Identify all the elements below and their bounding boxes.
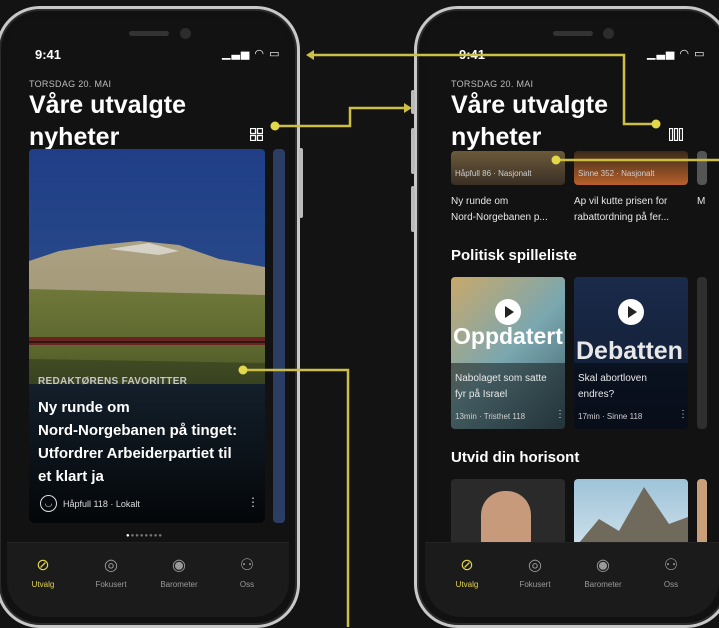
tab-barometer[interactable]: ◉ Barometer [149, 555, 209, 589]
tab-fokusert[interactable]: ◎ Fokusert [81, 555, 141, 589]
more-icon[interactable]: ⋮ [247, 495, 259, 509]
card-title: Ny runde om Nord-Norgebanen p... [451, 194, 548, 226]
eye-icon: ◉ [596, 557, 610, 574]
featured-headline-line3: Utfordrer Arbeiderpartiet til [38, 445, 232, 462]
podcast-title-line2: fyr på Israel [455, 389, 508, 400]
card-title: M [697, 196, 706, 207]
featured-kicker: REDAKTØRENS FAVORITTER [38, 376, 188, 387]
status-time: 9:41 [35, 47, 62, 62]
speaker [129, 31, 169, 36]
card-meta: Håpfull 86 · Nasjonalt [455, 169, 532, 178]
tab-label: Barometer [160, 580, 198, 589]
tab-utvalg[interactable]: ⊘ Utvalg [437, 555, 497, 589]
card-title-line1: Ap vil kutte prisen for [574, 196, 668, 207]
podcast-brand: Debatten [576, 337, 683, 365]
tab-label: Fokusert [519, 580, 551, 589]
podcast-card[interactable]: Debatten Skal abortloven endres? 17min ·… [574, 277, 688, 429]
podcast-title-line2: endres? [578, 389, 615, 400]
compass-icon: ⊘ [460, 557, 474, 574]
screen-left: 9:41 ▁▃▅ ◠ ▭ TORSDAG 20. MAI Våre utvalg… [7, 17, 289, 617]
next-card-peek[interactable] [273, 149, 285, 523]
page-title-line1: Våre utvalgte [451, 91, 609, 119]
eye-icon: ◉ [172, 557, 186, 574]
tab-utvalg[interactable]: ⊘ Utvalg [13, 555, 73, 589]
podcast-card[interactable]: Oppdatert Nabolaget som satte fyr på Isr… [451, 277, 565, 429]
mood-face-icon: ◡ [40, 495, 57, 512]
status-icons: ▁▃▅ ◠ ▭ [222, 48, 281, 60]
podcast-meta: 13min · Tristhet 118 [455, 412, 526, 421]
phone-right: 9:41 ▁▃▅ ◠ ▭ TORSDAG 20. MAI Våre utvalg… [414, 6, 719, 628]
status-time: 9:41 [459, 47, 486, 62]
speaker [553, 31, 593, 36]
featured-headline: Ny runde om Nord-Norgebanen på tinget: U… [38, 396, 237, 488]
people-icon: ⚇ [239, 557, 255, 574]
podcast-title-line1: Skal abortloven [578, 373, 647, 384]
date-label: TORSDAG 20. MAI [451, 79, 534, 89]
status-icons: ▁▃▅ ◠ ▭ [647, 48, 706, 60]
grid-view-icon[interactable] [250, 128, 263, 141]
news-card[interactable]: Håpfull 86 · Nasjonalt [451, 151, 565, 185]
featured-source: Håpfull 118 [63, 499, 108, 509]
card-meta: Sinne 352 · Nasjonalt [578, 169, 655, 178]
card-title-line2: Nord-Norgebanen p... [451, 212, 548, 223]
tab-label: Utvalg [455, 580, 479, 589]
side-button [411, 90, 415, 114]
podcast-title: Nabolaget som satte fyr på Israel [455, 371, 547, 403]
people-icon: ⚇ [663, 557, 679, 574]
podcast-meta: 17min · Sinne 118 [578, 412, 643, 421]
tab-bar: ⊘ Utvalg ◎ Fokusert ◉ Barometer ⚇ Oss [7, 542, 289, 617]
side-button [411, 186, 415, 232]
news-card-peek[interactable] [697, 151, 707, 185]
featured-headline-line2: Nord-Norgebanen på tinget: [38, 422, 238, 439]
side-button [299, 148, 303, 218]
podcast-card-peek[interactable] [697, 277, 707, 429]
featured-meta: Håpfull 118 · Lokalt [63, 499, 140, 509]
play-icon[interactable] [618, 299, 644, 325]
featured-headline-line4: et klart ja [38, 468, 104, 485]
podcast-brand: Oppdatert [453, 323, 563, 349]
tab-oss[interactable]: ⚇ Oss [641, 555, 701, 589]
more-icon[interactable]: ⋮ [555, 409, 565, 420]
page-title: Våre utvalgte nyheter [29, 89, 186, 153]
side-button [411, 128, 415, 174]
section-title: Utvid din horisont [451, 449, 580, 466]
date-label: TORSDAG 20. MAI [29, 79, 112, 89]
section-title: Politisk spilleliste [451, 247, 577, 264]
podcast-title: Skal abortloven endres? [578, 371, 647, 403]
more-icon[interactable]: ⋮ [678, 409, 688, 420]
list-view-icon[interactable] [669, 128, 683, 141]
page-title-line1: Våre utvalgte [29, 91, 187, 119]
featured-category: Lokalt [115, 499, 140, 509]
tab-label: Barometer [584, 580, 622, 589]
card-title-line1: Ny runde om [451, 196, 509, 207]
play-icon[interactable] [495, 299, 521, 325]
target-icon: ◎ [104, 557, 118, 574]
tab-bar: ⊘ Utvalg ◎ Fokusert ◉ Barometer ⚇ Oss [425, 542, 719, 617]
camera [180, 28, 191, 39]
card-title-line2: rabattordning på fer... [574, 212, 670, 223]
tab-barometer[interactable]: ◉ Barometer [573, 555, 633, 589]
news-card[interactable]: Sinne 352 · Nasjonalt [574, 151, 688, 185]
page-title-line2: nyheter [451, 123, 542, 151]
tab-fokusert[interactable]: ◎ Fokusert [505, 555, 565, 589]
featured-card[interactable]: REDAKTØRENS FAVORITTER Ny runde om Nord-… [29, 149, 265, 523]
featured-headline-line1: Ny runde om [38, 399, 130, 416]
tab-label: Fokusert [95, 580, 127, 589]
compass-icon: ⊘ [36, 557, 50, 574]
target-icon: ◎ [528, 557, 542, 574]
tab-label: Utvalg [31, 580, 55, 589]
tab-oss[interactable]: ⚇ Oss [217, 555, 277, 589]
screen-right: 9:41 ▁▃▅ ◠ ▭ TORSDAG 20. MAI Våre utvalg… [425, 17, 719, 617]
card-title: Ap vil kutte prisen for rabattordning på… [574, 194, 669, 226]
tab-label: Oss [239, 580, 255, 589]
page-title: Våre utvalgte nyheter [451, 89, 608, 153]
pagination-dots: ●●●●●●●● [126, 533, 163, 539]
phone-left: 9:41 ▁▃▅ ◠ ▭ TORSDAG 20. MAI Våre utvalg… [0, 6, 300, 628]
camera [603, 28, 614, 39]
podcast-title-line1: Nabolaget som satte [455, 373, 547, 384]
tab-label: Oss [663, 580, 679, 589]
